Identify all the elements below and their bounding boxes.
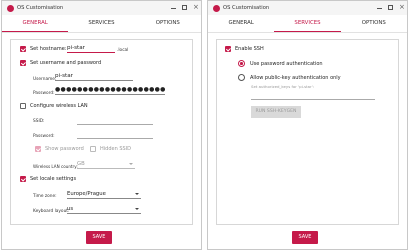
ssh-label: Enable SSH xyxy=(235,46,264,52)
os-customisation-window-general: OS Customisation × GENERAL SERVICES OPTI… xyxy=(1,0,202,250)
chevron-down-icon xyxy=(129,163,133,165)
authorized-keys-label: Set authorized_keys for 'pi-star': xyxy=(251,84,314,89)
username-label: Username: xyxy=(33,77,57,82)
tab-services[interactable]: SERVICES xyxy=(274,15,341,32)
minimize-icon[interactable] xyxy=(171,5,176,10)
hidden-ssid-row: Hidden SSID xyxy=(90,146,131,152)
hidden-ssid-label: Hidden SSID xyxy=(100,146,132,152)
password-auth-row: Use password authentication xyxy=(238,60,323,67)
hostname-suffix: .local xyxy=(117,48,129,53)
hostname-row: Set hostname: xyxy=(20,46,66,52)
wifi-password-label: Password: xyxy=(33,134,55,139)
hostname-label: Set hostname: xyxy=(30,46,67,52)
tab-services[interactable]: SERVICES xyxy=(68,15,134,32)
ssh-row: Enable SSH xyxy=(225,46,264,52)
title-bar: OS Customisation × xyxy=(208,1,407,15)
title-bar: OS Customisation × xyxy=(2,1,201,15)
timezone-value: Europe/Prague xyxy=(67,191,106,197)
close-icon[interactable]: × xyxy=(399,4,405,11)
locale-label: Set locale settings xyxy=(30,176,77,182)
chevron-down-icon xyxy=(135,193,139,195)
os-customisation-window-services: OS Customisation × GENERAL SERVICES OPTI… xyxy=(207,0,408,250)
pubkey-auth-label: Allow public-key authentication only xyxy=(250,74,341,81)
tab-bar: GENERAL SERVICES OPTIONS xyxy=(2,15,201,33)
pubkey-auth-radio[interactable] xyxy=(238,74,245,81)
ssid-input[interactable] xyxy=(77,116,153,125)
tab-general[interactable]: GENERAL xyxy=(2,15,69,32)
locale-checkbox[interactable] xyxy=(20,176,26,182)
save-button[interactable]: SAVE xyxy=(292,231,318,244)
general-panel: Set hostname: pi-star .local Set usernam… xyxy=(10,39,193,225)
keyboard-value: us xyxy=(67,206,74,212)
user-checkbox[interactable] xyxy=(20,60,26,66)
services-panel: Enable SSH Use password authentication A… xyxy=(216,39,399,225)
wlan-country-value: GB xyxy=(77,161,85,167)
hostname-checkbox[interactable] xyxy=(20,46,26,52)
user-label: Set username and password xyxy=(30,60,102,66)
close-icon[interactable]: × xyxy=(193,4,199,11)
window-controls: × xyxy=(377,4,405,11)
password-auth-radio[interactable] xyxy=(238,60,245,67)
keyboard-select[interactable]: us xyxy=(67,205,141,214)
username-input[interactable]: pi-star xyxy=(55,72,133,81)
raspberry-icon xyxy=(7,4,14,12)
save-button[interactable]: SAVE xyxy=(86,231,112,244)
wireless-row: Configure wireless LAN xyxy=(20,103,88,109)
password-label: Password: xyxy=(33,91,55,96)
wlan-country-label: Wireless LAN country: xyxy=(33,164,78,169)
wireless-checkbox[interactable] xyxy=(20,103,26,109)
window-controls: × xyxy=(171,4,199,11)
show-password-row: Show password xyxy=(35,146,84,152)
hidden-ssid-checkbox[interactable] xyxy=(90,146,96,152)
wireless-label: Configure wireless LAN xyxy=(30,103,88,109)
show-password-checkbox[interactable] xyxy=(35,146,41,152)
run-ssh-keygen-button[interactable]: RUN SSH-KEYGEN xyxy=(251,106,301,118)
raspberry-icon xyxy=(213,4,220,12)
minimize-icon[interactable] xyxy=(377,5,382,10)
maximize-icon[interactable] xyxy=(182,5,187,10)
password-input[interactable]: ●●●●●●●●●●●●●●●●●●●●●●●●●●●●● xyxy=(55,86,165,95)
timezone-label: Time zone: xyxy=(33,194,57,199)
window-title: OS Customisation xyxy=(17,5,64,11)
keyboard-label: Keyboard layout: xyxy=(33,209,70,214)
hostname-input[interactable]: pi-star xyxy=(67,44,115,53)
tab-bar: GENERAL SERVICES OPTIONS xyxy=(208,15,407,33)
pubkey-auth-row: Allow public-key authentication only xyxy=(238,74,341,81)
timezone-select[interactable]: Europe/Prague xyxy=(67,190,141,199)
locale-row: Set locale settings xyxy=(20,176,76,182)
ssid-label: SSID: xyxy=(33,119,45,124)
chevron-down-icon xyxy=(135,208,139,210)
password-auth-label: Use password authentication xyxy=(250,60,323,67)
show-password-label: Show password xyxy=(45,146,84,152)
tab-general[interactable]: GENERAL xyxy=(208,15,274,32)
tab-options[interactable]: OPTIONS xyxy=(341,15,407,32)
ssh-checkbox[interactable] xyxy=(225,46,231,52)
maximize-icon[interactable] xyxy=(388,5,393,10)
user-row: Set username and password xyxy=(20,60,101,66)
tab-options[interactable]: OPTIONS xyxy=(135,15,201,32)
wlan-country-select[interactable]: GB xyxy=(77,160,135,169)
window-title: OS Customisation xyxy=(223,5,270,11)
wifi-password-input[interactable] xyxy=(77,130,153,139)
authorized-keys-input[interactable] xyxy=(251,91,375,100)
